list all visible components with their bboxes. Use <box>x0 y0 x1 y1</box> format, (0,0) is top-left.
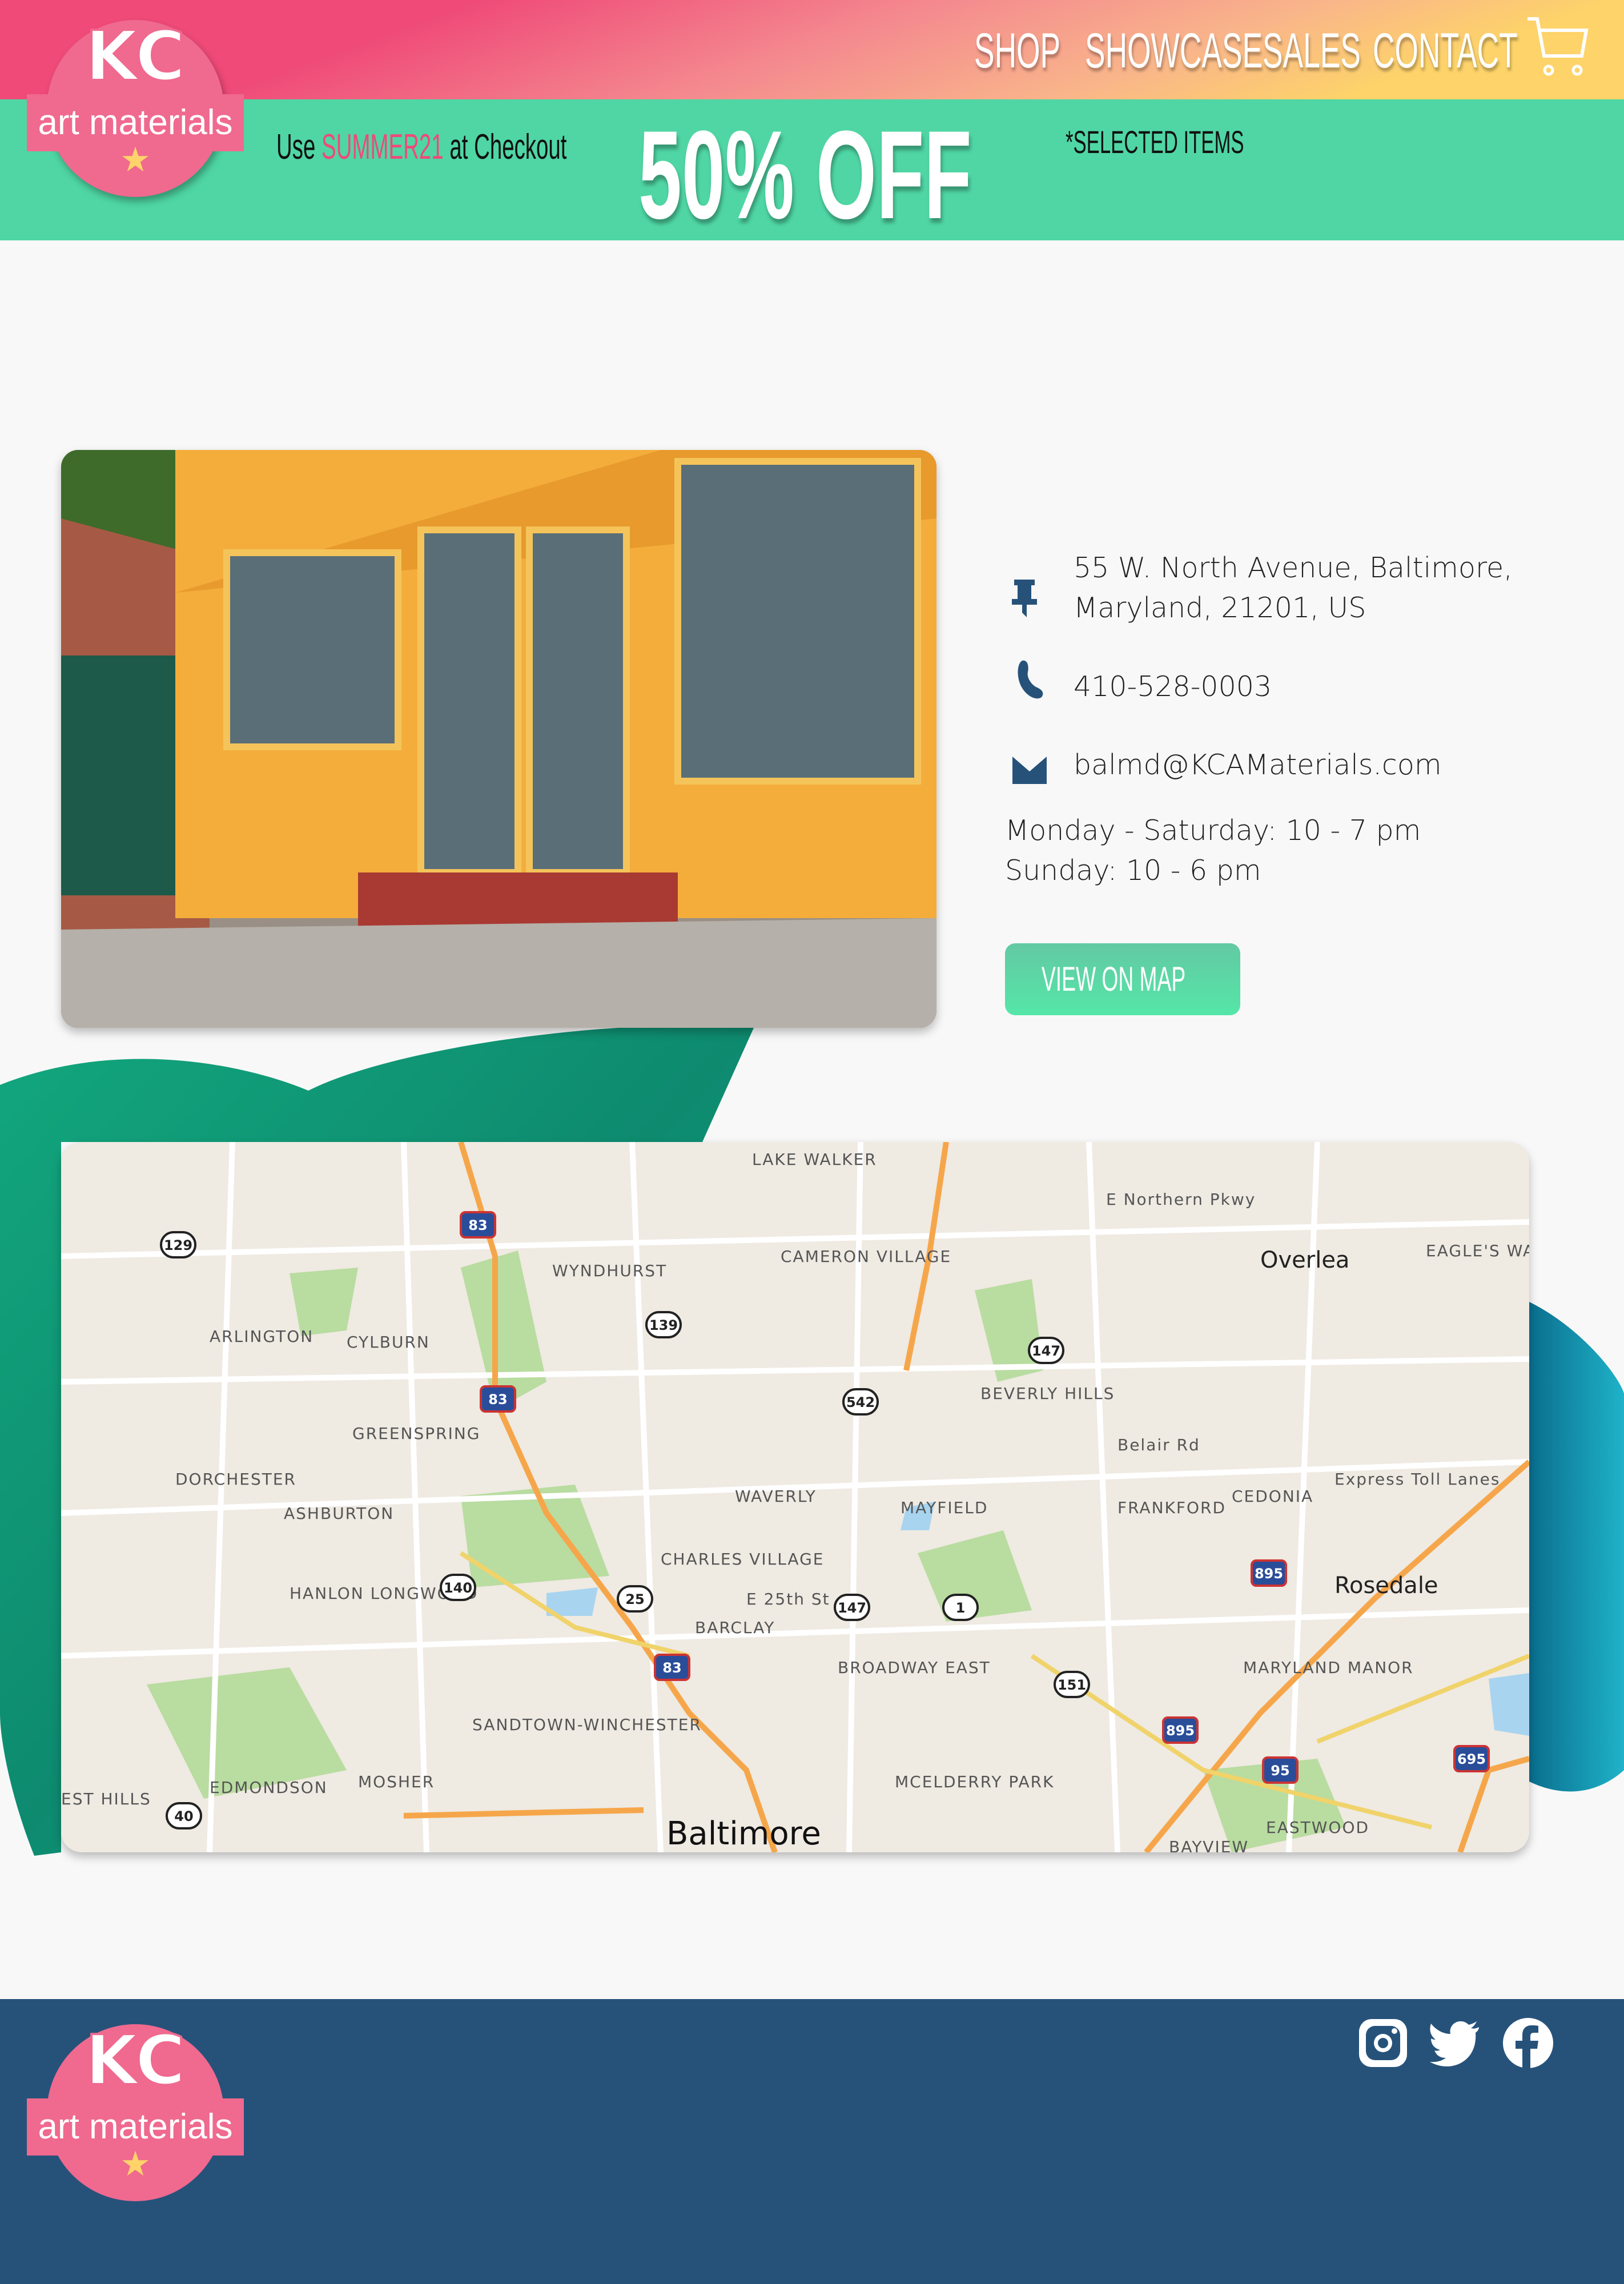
svg-text:129: 129 <box>164 1237 192 1253</box>
svg-text:83: 83 <box>488 1392 507 1408</box>
route-shield: 542 <box>842 1388 879 1416</box>
route-shield: 695 <box>1453 1745 1490 1772</box>
shopping-cart-icon[interactable] <box>1525 16 1590 79</box>
logo-graphic: KC art materials ★ <box>27 2020 244 2201</box>
map-label: EAGLE'S WAY AT WHITE MARSH <box>1426 1241 1529 1260</box>
route-shield: 895 <box>1162 1716 1199 1744</box>
envelope-icon[interactable] <box>1012 757 1047 784</box>
svg-text:147: 147 <box>838 1600 866 1616</box>
svg-text:95: 95 <box>1271 1763 1289 1779</box>
map-label: Baltimore <box>666 1815 821 1852</box>
map-label: Express Toll Lanes <box>1334 1470 1501 1489</box>
map-label: FRANKFORD <box>1117 1498 1226 1517</box>
route-shield: 139 <box>645 1311 682 1338</box>
route-shield: 895 <box>1251 1559 1287 1587</box>
map-label: Belair Rd <box>1117 1435 1200 1454</box>
opening-hours: Monday - Saturday: 10 - 7 pm Sunday: 10 -… <box>1005 814 1421 887</box>
svg-text:KC: KC <box>85 17 186 96</box>
map-label: MAYFIELD <box>901 1498 988 1517</box>
route-shield: 147 <box>834 1594 870 1621</box>
map-label: ASHBURTON <box>284 1504 394 1523</box>
map-label: WAVERLY <box>735 1487 817 1506</box>
map-label: EASTWOOD <box>1266 1818 1369 1837</box>
map-label: EST HILLS <box>61 1790 151 1808</box>
route-shield: 25 <box>617 1585 653 1613</box>
phone-icon[interactable] <box>1016 660 1045 699</box>
storefront-photo <box>61 450 936 1028</box>
svg-text:★: ★ <box>120 2145 151 2183</box>
map-label: CHARLES VILLAGE <box>661 1550 824 1569</box>
map-label: BROADWAY EAST <box>838 1658 991 1677</box>
map-label: MARYLAND MANOR <box>1243 1658 1414 1677</box>
route-shield: 83 <box>480 1385 516 1413</box>
route-shield: 95 <box>1262 1756 1299 1784</box>
svg-text:40: 40 <box>174 1808 193 1824</box>
address: 55 W. North Avenue, Baltimore, Maryland, … <box>1074 552 1513 624</box>
svg-text:83: 83 <box>468 1217 487 1233</box>
map-label: CYLBURN <box>347 1333 430 1352</box>
view-on-map-button[interactable]: VIEW ON MAP <box>1005 943 1240 1015</box>
map-label: BAYVIEW <box>1169 1837 1249 1852</box>
promo-code: SUMMER21 <box>321 127 444 167</box>
svg-text:895: 895 <box>1255 1566 1283 1582</box>
route-shield: 40 <box>166 1802 202 1829</box>
svg-text:art materials: art materials <box>38 103 232 142</box>
svg-text:KC: KC <box>85 2021 186 2101</box>
map-label: DORCHESTER <box>175 1470 296 1489</box>
email-link[interactable]: balmd@KCAMaterials.com <box>1074 745 1442 785</box>
svg-text:140: 140 <box>444 1580 472 1596</box>
route-shield: 1 <box>942 1594 979 1621</box>
map-label: MCELDERRY PARK <box>895 1772 1054 1791</box>
map-label: E Northern Pkwy <box>1106 1190 1256 1209</box>
map-label: MOSHER <box>358 1772 435 1791</box>
svg-text:542: 542 <box>846 1394 875 1410</box>
route-shield: 83 <box>460 1211 496 1238</box>
map-label: E 25th St <box>746 1590 830 1609</box>
svg-text:147: 147 <box>1032 1343 1060 1359</box>
route-shield: 83 <box>654 1654 690 1681</box>
svg-text:25: 25 <box>625 1591 644 1607</box>
map-label: BEVERLY HILLS <box>980 1384 1115 1403</box>
map-label: ARLINGTON <box>210 1327 313 1346</box>
map-label: CEDONIA <box>1232 1487 1313 1506</box>
map-label: Overlea <box>1260 1247 1349 1273</box>
svg-text:695: 695 <box>1457 1751 1486 1767</box>
svg-text:895: 895 <box>1166 1723 1195 1739</box>
route-shield: 147 <box>1028 1337 1064 1364</box>
svg-text:1: 1 <box>956 1600 966 1616</box>
logo-graphic: KC art materials ★ <box>27 16 244 197</box>
route-shield: 151 <box>1054 1671 1090 1698</box>
promo-note: *SELECTED ITEMS <box>1066 124 1244 160</box>
instagram-icon[interactable] <box>1357 2017 1409 2069</box>
route-shield: 140 <box>440 1574 476 1601</box>
svg-text:art materials: art materials <box>38 2107 232 2146</box>
brand-logo[interactable]: KC art materials ★ <box>27 0 244 217</box>
svg-text:83: 83 <box>662 1660 681 1676</box>
map-label: Rosedale <box>1334 1573 1438 1599</box>
svg-text:139: 139 <box>649 1317 678 1333</box>
facebook-icon[interactable] <box>1502 2017 1554 2069</box>
twitter-icon[interactable] <box>1429 2017 1481 2069</box>
map-label: EDMONDSON <box>210 1778 328 1797</box>
pushpin-icon <box>1012 580 1037 617</box>
map-label: WYNDHURST <box>552 1261 667 1280</box>
map-label: CAMERON VILLAGE <box>781 1247 951 1266</box>
map-label: SANDTOWN-WINCHESTER <box>472 1715 702 1734</box>
location-map[interactable]: LAKE WALKER CAMERON VILLAGE WYNDHURST E Nor… <box>61 1142 1529 1852</box>
svg-text:151: 151 <box>1058 1677 1086 1693</box>
route-shield: 129 <box>160 1231 196 1258</box>
svg-text:★: ★ <box>120 140 151 179</box>
map-label: LAKE WALKER <box>752 1150 877 1169</box>
phone-number[interactable]: 410-528-0003 <box>1074 667 1272 707</box>
map-label: GREENSPRING <box>352 1424 481 1443</box>
footer-brand-logo[interactable]: KC art materials ★ <box>27 2004 244 2221</box>
map-label: BARCLAY <box>695 1618 775 1637</box>
